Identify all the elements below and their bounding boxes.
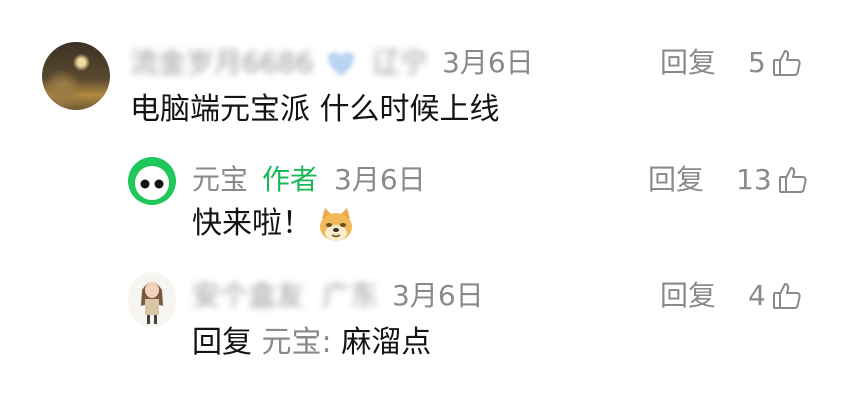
comment-date: 3月6日 (392, 279, 484, 312)
thumbs-up-icon (778, 165, 808, 195)
location: 广东 (322, 279, 379, 312)
heart-icon (326, 50, 356, 78)
thumbs-up-icon (772, 48, 802, 78)
reply-button[interactable]: 回复 (648, 163, 704, 197)
comment-text: 回复 元宝: 麻溜点 (192, 324, 431, 362)
comment-text: 电脑端元宝派 什么时候上线 (130, 92, 500, 127)
comment-date: 3月6日 (334, 163, 426, 196)
yuanbao-logo-icon (135, 166, 169, 200)
thumbs-up-icon (772, 281, 802, 311)
username[interactable]: 安个盒友 (192, 279, 304, 313)
like-count: 4 (748, 279, 766, 312)
comment-text-content: 快来啦！ (192, 206, 312, 241)
like-count: 5 (748, 46, 766, 79)
location: 辽宁 (372, 46, 429, 79)
username[interactable]: 流金岁月6686 (130, 46, 313, 80)
doge-emoji-icon (316, 205, 356, 245)
like-count: 13 (736, 163, 772, 196)
like-button[interactable]: 5 (748, 46, 802, 80)
username[interactable]: 元宝 (192, 163, 248, 197)
reply-button[interactable]: 回复 (660, 46, 716, 80)
comment-text-content: 麻溜点 (341, 325, 432, 360)
author-badge: 作者 (262, 163, 319, 196)
anime-girl-avatar-icon (141, 282, 163, 324)
reply-button[interactable]: 回复 (660, 279, 716, 313)
reply-prefix: 回复 (192, 325, 252, 360)
like-button[interactable]: 4 (748, 279, 802, 313)
author-avatar[interactable] (128, 157, 176, 205)
reply-target[interactable]: 元宝: (262, 325, 332, 360)
avatar[interactable] (42, 42, 110, 110)
avatar[interactable] (128, 272, 176, 328)
comment-text: 快来啦！ (192, 205, 312, 243)
like-button[interactable]: 13 (736, 163, 808, 197)
comment-date: 3月6日 (442, 46, 534, 79)
